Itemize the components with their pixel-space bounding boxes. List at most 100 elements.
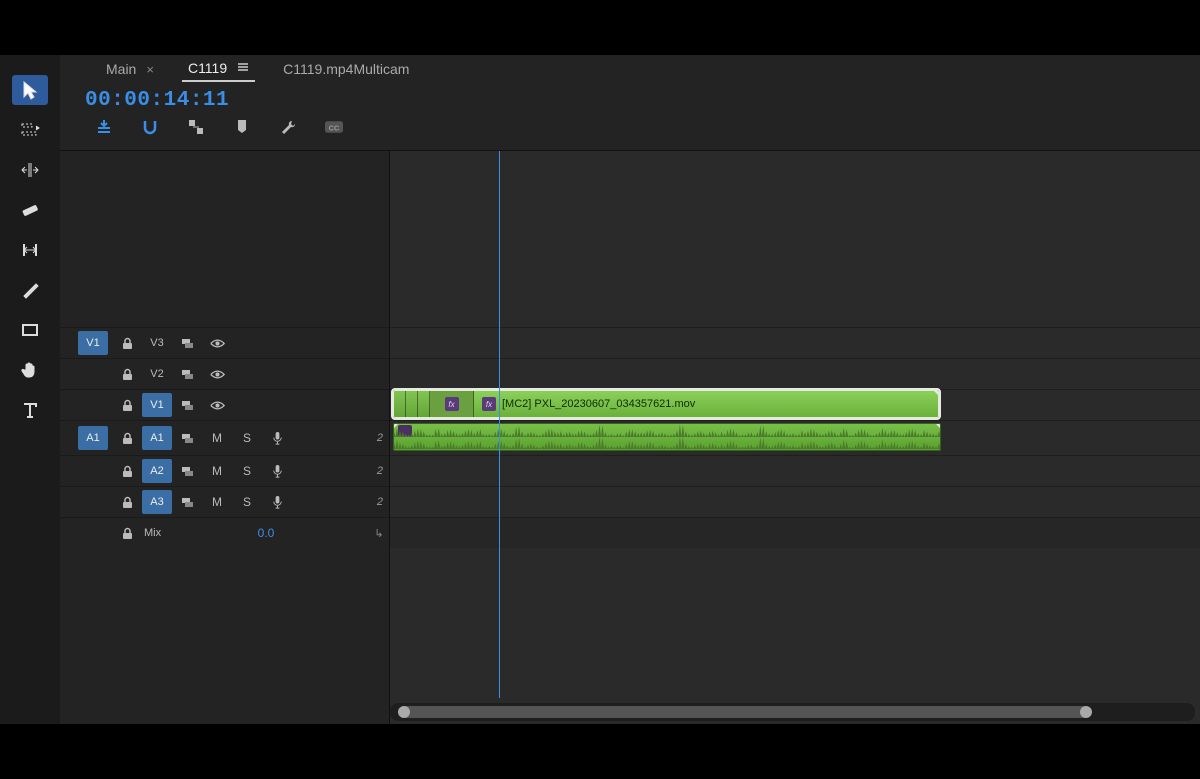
menu-icon[interactable] xyxy=(237,60,249,76)
track-target-a3[interactable]: A3 xyxy=(142,490,172,514)
app-frame: Main × C1119 C1119.mp4Multicam 00:00:14:… xyxy=(0,55,1200,724)
tools-toolbar xyxy=(0,55,60,724)
scrollbar-thumb[interactable] xyxy=(400,706,1090,718)
channel-count: 2 xyxy=(365,432,389,444)
scrollbar-handle-left[interactable] xyxy=(398,706,410,718)
tab-c1119[interactable]: C1119 xyxy=(182,56,255,82)
lock-icon[interactable] xyxy=(112,526,142,541)
sync-lock-icon[interactable] xyxy=(172,336,202,351)
track-target-v2[interactable]: V2 xyxy=(142,362,172,386)
track-header-a2[interactable]: . A2 M S 2 xyxy=(60,455,389,486)
lane-mix[interactable] xyxy=(390,517,1200,548)
hand-tool[interactable] xyxy=(12,355,48,385)
sync-lock-icon[interactable] xyxy=(172,367,202,382)
svg-text:CC: CC xyxy=(329,123,340,132)
fx-icon: fx xyxy=(445,397,459,411)
captions-icon[interactable]: CC xyxy=(325,118,343,136)
clip-segment[interactable] xyxy=(394,391,406,417)
mute-button[interactable]: M xyxy=(202,464,232,478)
horizontal-scrollbar[interactable] xyxy=(390,703,1195,721)
tracks-area: V1 V3 . V2 . V1 xyxy=(60,151,1200,724)
source-patch-a1[interactable]: A1 xyxy=(78,426,108,450)
source-patch-v1[interactable]: V1 xyxy=(78,331,108,355)
waveform-right xyxy=(394,436,940,450)
track-target-a2[interactable]: A2 xyxy=(142,459,172,483)
clip-label: [MC2] PXL_20230607_034357621.mov xyxy=(502,398,695,410)
clip-segment-fx[interactable]: fx xyxy=(430,391,474,417)
slip-tool[interactable] xyxy=(12,235,48,265)
ripple-edit-tool[interactable] xyxy=(12,155,48,185)
sync-lock-icon[interactable] xyxy=(172,464,202,479)
insert-mode-icon[interactable] xyxy=(95,118,113,136)
track-header-v3[interactable]: V1 V3 xyxy=(60,327,389,358)
scrollbar-handle-right[interactable] xyxy=(1080,706,1092,718)
mute-button[interactable]: M xyxy=(202,431,232,445)
solo-button[interactable]: S xyxy=(232,431,262,445)
eye-icon[interactable] xyxy=(202,367,232,382)
lock-icon[interactable] xyxy=(112,431,142,446)
track-header-a1[interactable]: A1 A1 M S 2 xyxy=(60,420,389,455)
lock-icon[interactable] xyxy=(112,398,142,413)
type-tool[interactable] xyxy=(12,395,48,425)
playhead-timecode[interactable]: 00:00:14:11 xyxy=(85,89,380,112)
lane-a3[interactable] xyxy=(390,486,1200,517)
mic-icon[interactable] xyxy=(262,464,292,479)
sync-lock-icon[interactable] xyxy=(172,431,202,446)
lock-icon[interactable] xyxy=(112,464,142,479)
sync-lock-icon[interactable] xyxy=(172,495,202,510)
mute-button[interactable]: M xyxy=(202,495,232,509)
tab-label: C1119 xyxy=(188,60,227,76)
expand-icon[interactable]: ↳ xyxy=(369,527,389,540)
track-select-tool[interactable] xyxy=(12,115,48,145)
mix-value[interactable]: 0.0 xyxy=(242,526,290,540)
timeline-panel: Main × C1119 C1119.mp4Multicam 00:00:14:… xyxy=(60,55,1200,724)
lane-a2[interactable] xyxy=(390,455,1200,486)
lock-icon[interactable] xyxy=(112,336,142,351)
razor-tool[interactable] xyxy=(12,195,48,225)
solo-button[interactable]: S xyxy=(232,495,262,509)
mic-icon[interactable] xyxy=(262,431,292,446)
solo-button[interactable]: S xyxy=(232,464,262,478)
track-header-mix[interactable]: . Mix 0.0 ↳ xyxy=(60,517,389,548)
sync-lock-icon[interactable] xyxy=(172,398,202,413)
video-clip[interactable]: fx fx [MC2] PXL_20230607_034357621.mov xyxy=(393,390,939,418)
mic-icon[interactable] xyxy=(262,495,292,510)
track-lanes[interactable]: fx fx [MC2] PXL_20230607_034357621.mov xyxy=(390,151,1200,724)
audio-clip[interactable] xyxy=(393,423,941,451)
clip-segment[interactable] xyxy=(418,391,430,417)
track-headers: V1 V3 . V2 . V1 xyxy=(60,151,390,724)
lane-v3[interactable] xyxy=(390,327,1200,358)
tab-main[interactable]: Main × xyxy=(100,57,160,81)
playhead-line[interactable] xyxy=(499,151,500,698)
track-header-v1[interactable]: . V1 xyxy=(60,389,389,420)
channel-count: 2 xyxy=(365,465,389,477)
selection-tool[interactable] xyxy=(12,75,48,105)
eye-icon[interactable] xyxy=(202,336,232,351)
wrench-icon[interactable] xyxy=(279,118,297,136)
panel-header: 00:00:14:11 xyxy=(60,83,1200,151)
lane-v2[interactable] xyxy=(390,358,1200,389)
tab-label: Main xyxy=(106,61,136,77)
close-icon[interactable]: × xyxy=(146,62,154,77)
track-target-v1[interactable]: V1 xyxy=(142,393,172,417)
tab-multicam[interactable]: C1119.mp4Multicam xyxy=(277,57,415,81)
clip-main-segment[interactable]: fx [MC2] PXL_20230607_034357621.mov xyxy=(474,391,938,417)
tab-label: C1119.mp4Multicam xyxy=(283,61,409,77)
snap-icon[interactable] xyxy=(141,118,159,136)
lock-icon[interactable] xyxy=(112,495,142,510)
fx-icon: fx xyxy=(482,397,496,411)
track-header-a3[interactable]: . A3 M S 2 xyxy=(60,486,389,517)
track-target-v3[interactable]: V3 xyxy=(142,331,172,355)
channel-count: 2 xyxy=(365,496,389,508)
pen-tool[interactable] xyxy=(12,275,48,305)
mix-label: Mix xyxy=(142,521,176,545)
rectangle-tool[interactable] xyxy=(12,315,48,345)
track-target-a1[interactable]: A1 xyxy=(142,426,172,450)
timeline-options: CC xyxy=(85,118,380,136)
lock-icon[interactable] xyxy=(112,367,142,382)
track-header-v2[interactable]: . V2 xyxy=(60,358,389,389)
linked-selection-icon[interactable] xyxy=(187,118,205,136)
eye-icon[interactable] xyxy=(202,398,232,413)
marker-icon[interactable] xyxy=(233,118,251,136)
clip-segment[interactable] xyxy=(406,391,418,417)
